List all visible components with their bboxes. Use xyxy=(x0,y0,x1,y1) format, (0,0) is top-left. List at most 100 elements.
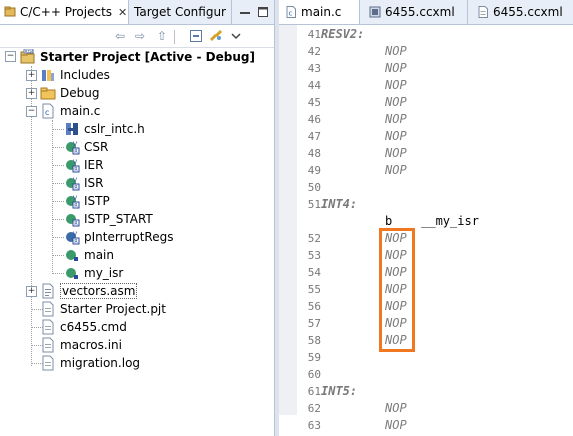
svg-text:V: V xyxy=(73,141,78,148)
child-label: ISR xyxy=(84,176,104,190)
svg-text:c: c xyxy=(289,10,293,18)
code-nop: NOP xyxy=(385,44,407,58)
child-label: my_isr xyxy=(84,266,124,280)
variable-icon: VR xyxy=(66,177,80,191)
line-number: 59 xyxy=(307,351,321,364)
tree-item-vectors[interactable]: vectors.asm xyxy=(40,282,138,300)
function-icon: R xyxy=(66,214,80,227)
line-number: 46 xyxy=(307,113,321,126)
expand-toggle[interactable]: + xyxy=(26,88,37,99)
debug-label: Debug xyxy=(60,86,100,100)
maximize-icon[interactable] xyxy=(254,0,272,24)
include-file-icon xyxy=(66,123,78,135)
tree-item-cslr-intc[interactable]: cslr_intc.h xyxy=(64,120,145,138)
line-number: 44 xyxy=(307,79,321,92)
collapse-all-icon[interactable] xyxy=(188,28,204,44)
variable-icon: VR xyxy=(66,141,80,155)
child-label: cslr_intc.h xyxy=(84,122,145,136)
code-nop: NOP xyxy=(385,129,407,143)
tree-item-csr[interactable]: VR CSR xyxy=(64,138,108,156)
tree-item-my-isr[interactable]: my_isr xyxy=(64,264,123,282)
child-label: ISTP xyxy=(84,194,110,208)
vectors-label: vectors.asm xyxy=(60,283,138,299)
back-arrow-icon[interactable]: ⇦ xyxy=(112,28,128,44)
editor-gutter xyxy=(279,25,297,415)
tab-cpp-projects[interactable]: C/C++ Projects ✕ xyxy=(0,0,129,24)
tree-item-includes[interactable]: Includes xyxy=(40,66,110,84)
main-c-label: main.c xyxy=(60,104,101,118)
expand-toggle[interactable]: + xyxy=(26,286,37,297)
tree-item-main-c[interactable]: c main.c xyxy=(40,102,100,120)
tree-item-istp-start[interactable]: R ISTP_START xyxy=(64,210,153,228)
child-label: ISTP_START xyxy=(84,212,153,226)
svg-text:R: R xyxy=(74,203,78,209)
ccxml-file-icon xyxy=(478,6,488,18)
code-instruction: b __my_isr xyxy=(385,214,479,228)
tree-item-log[interactable]: migration.log xyxy=(40,354,140,372)
line-number: 50 xyxy=(307,181,321,194)
svg-text:R: R xyxy=(74,149,78,155)
left-tab-bar: C/C++ Projects ✕ Target Configur xyxy=(0,0,274,25)
tab-6455-ccxml-2[interactable]: 6455.ccxml xyxy=(469,0,573,24)
tree-item-debug[interactable]: Debug xyxy=(40,84,99,102)
code-nop: NOP xyxy=(385,163,407,177)
left-toolbar: ⇦ ⇨ ⇧ xyxy=(0,25,274,48)
expand-toggle[interactable]: + xyxy=(26,70,37,81)
line-number: 56 xyxy=(307,300,321,313)
line-number: 54 xyxy=(307,266,321,279)
line-number: 41 xyxy=(307,28,321,41)
tab-label: main.c xyxy=(301,5,342,19)
cmd-label: c6455.cmd xyxy=(60,320,127,334)
projects-icon xyxy=(4,6,16,17)
tree-item-cmd[interactable]: c6455.cmd xyxy=(40,318,127,336)
tree-item-isr[interactable]: VR ISR xyxy=(64,174,104,192)
tree-item-main-fn[interactable]: main xyxy=(64,246,114,264)
svg-text:c: c xyxy=(45,108,49,117)
macros-label: macros.ini xyxy=(60,338,122,352)
child-label: IER xyxy=(84,158,104,172)
line-number: 42 xyxy=(307,45,321,58)
tab-label: 6455.ccxml xyxy=(493,5,563,19)
close-icon[interactable]: ✕ xyxy=(118,6,127,19)
forward-arrow-icon[interactable]: ⇨ xyxy=(132,28,148,44)
collapse-toggle[interactable]: − xyxy=(26,106,37,117)
tree-item-istp[interactable]: VR ISTP xyxy=(64,192,110,210)
tree-item-macros[interactable]: macros.ini xyxy=(40,336,122,354)
code-nop: NOP xyxy=(385,61,407,75)
tree-item-pjt[interactable]: Starter Project.pjt xyxy=(40,300,166,318)
tab-target-configurations[interactable]: Target Configur xyxy=(129,0,232,24)
collapse-toggle[interactable]: − xyxy=(5,51,16,62)
tab-label: C/C++ Projects xyxy=(20,5,113,19)
tab-main-c[interactable]: c main.c xyxy=(279,0,360,24)
child-label: pInterruptRegs xyxy=(84,230,174,244)
view-menu-icon[interactable] xyxy=(228,28,244,44)
svg-text:V: V xyxy=(73,231,78,238)
svg-text:V: V xyxy=(73,159,78,166)
up-folder-icon[interactable]: ⇧ xyxy=(154,28,170,44)
tree-item-project[interactable]: RTSC Starter Project [Active - Debug] xyxy=(20,48,255,66)
tree-item-pinterruptregs[interactable]: VR pInterruptRegs xyxy=(64,228,173,246)
code-nop: NOP xyxy=(385,418,407,432)
minimize-icon[interactable] xyxy=(236,0,254,24)
link-with-editor-icon[interactable] xyxy=(208,28,224,44)
project-label: Starter Project [Active - Debug] xyxy=(40,50,255,64)
function-icon xyxy=(66,250,78,261)
includes-label: Includes xyxy=(60,68,110,82)
variable-icon: VR xyxy=(66,195,80,209)
line-number: 53 xyxy=(307,249,321,262)
includes-icon xyxy=(42,70,54,81)
code-nop: NOP xyxy=(385,95,407,109)
line-number: 62 xyxy=(307,402,321,415)
tab-6455-ccxml[interactable]: 6455.ccxml xyxy=(361,0,468,24)
code-nop: NOP xyxy=(385,146,407,160)
file-icon xyxy=(42,301,54,317)
c-file-icon: c xyxy=(42,103,54,119)
line-number: 47 xyxy=(307,130,321,143)
line-number: 43 xyxy=(307,62,321,75)
tree-item-ier[interactable]: VR IER xyxy=(64,156,103,174)
code-label: RESV2: xyxy=(321,27,365,41)
code-nop: NOP xyxy=(385,78,407,92)
line-number: 48 xyxy=(307,147,321,160)
code-editor[interactable]: 41 RESV2: 42 NOP 43 NOP 44 NOP 45 NOP 46 NOP 47 NOP 48… xyxy=(279,25,573,436)
pjt-label: Starter Project.pjt xyxy=(60,302,166,316)
